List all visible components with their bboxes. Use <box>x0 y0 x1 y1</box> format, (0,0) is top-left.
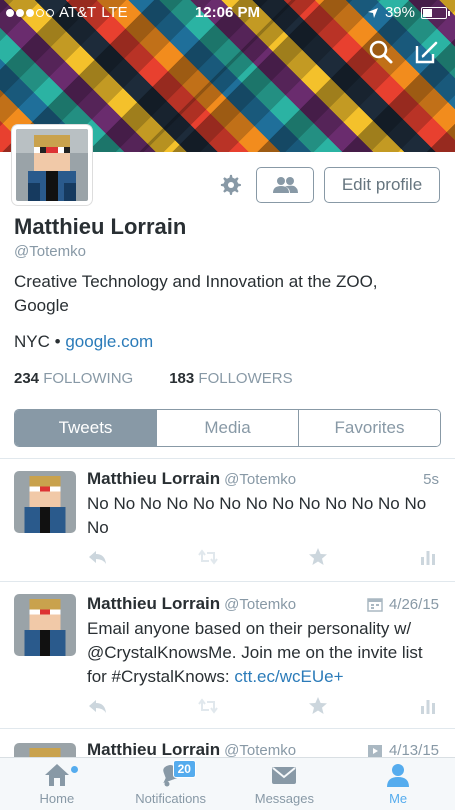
avatar-image <box>16 129 88 201</box>
tweet-time: 4/26/15 <box>367 596 439 613</box>
stats-button[interactable] <box>417 547 439 567</box>
tab-tweets[interactable]: Tweets <box>15 410 156 446</box>
search-icon <box>369 40 393 64</box>
retweet-button[interactable] <box>197 547 219 567</box>
lists-button[interactable] <box>256 167 314 203</box>
edit-profile-button[interactable]: Edit profile <box>324 167 440 203</box>
bottom-tab-bar: Home 20 Notifications Messages Me <box>0 757 455 810</box>
following-number: 234 <box>14 370 40 387</box>
tweet-time: 5s <box>423 471 439 488</box>
avatar-image <box>14 594 76 656</box>
tab-me[interactable]: Me <box>341 758 455 810</box>
tweet-header: Matthieu Lorrain @Totemko <box>87 469 296 489</box>
battery-percent: 39% <box>384 4 415 21</box>
profile-name: Matthieu Lorrain <box>14 214 187 239</box>
tweet-timestamp: 4/26/15 <box>388 596 439 613</box>
status-bar: AT&T LTE 12:06 PM 39% <box>0 0 455 26</box>
tab-messages[interactable]: Messages <box>228 758 342 810</box>
profile-avatar[interactable] <box>12 125 92 205</box>
home-icon <box>44 764 69 786</box>
people-icon <box>273 177 298 193</box>
profile-screen: AT&T LTE 12:06 PM 39% Edit profile Matth… <box>0 0 455 810</box>
tab-notifications[interactable]: 20 Notifications <box>114 758 228 810</box>
star-icon <box>309 697 327 714</box>
bar-chart-icon <box>421 700 435 714</box>
profile-handle: @Totemko <box>14 243 86 260</box>
avatar-image <box>14 471 76 533</box>
tweet-author-handle: @Totemko <box>224 596 297 613</box>
reply-button[interactable] <box>87 547 109 567</box>
tweet-link[interactable]: ctt.ec/wcEUe+ <box>234 667 343 686</box>
new-content-dot <box>70 766 78 773</box>
retweet-icon <box>198 698 218 714</box>
profile-location-line: NYC • google.com <box>14 332 153 352</box>
tweet-text: Email anyone based on their personality … <box>87 617 439 689</box>
tweet-actions <box>87 547 439 567</box>
reply-icon <box>89 700 106 713</box>
tweet-timestamp: 5s <box>423 471 439 488</box>
tab-media[interactable]: Media <box>156 410 298 446</box>
tweet-author-name[interactable]: Matthieu Lorrain <box>87 594 220 613</box>
profile-location: NYC <box>14 332 50 351</box>
header-actions <box>367 38 441 66</box>
calendar-icon <box>367 597 383 612</box>
compose-icon <box>415 41 438 64</box>
battery-info: 39% <box>367 4 450 21</box>
tab-label: Notifications <box>135 791 207 806</box>
tab-home[interactable]: Home <box>0 758 114 810</box>
tweet-item[interactable]: Matthieu Lorrain @Totemko 4/26/15 Email a… <box>0 582 455 728</box>
followers-number: 183 <box>169 370 195 387</box>
star-icon <box>309 548 327 565</box>
tab-label: Messages <box>254 791 314 806</box>
person-icon <box>387 764 410 787</box>
retweet-icon <box>198 549 218 565</box>
envelope-icon <box>272 767 297 784</box>
gear-icon <box>220 174 241 195</box>
tab-favorites[interactable]: Favorites <box>298 410 440 446</box>
settings-button[interactable] <box>216 167 246 203</box>
profile-website-link[interactable]: google.com <box>65 332 153 351</box>
tab-label: Me <box>389 791 408 806</box>
tweet-author-name[interactable]: Matthieu Lorrain <box>87 469 220 488</box>
tab-label: Home <box>39 791 75 806</box>
tweet-item[interactable]: Matthieu Lorrain @Totemko 5s No No No No … <box>0 459 455 581</box>
notification-badge: 20 <box>172 760 196 778</box>
tweet-avatar[interactable] <box>14 594 76 656</box>
follow-counts: 234 FOLLOWING 183 FOLLOWERS <box>14 370 293 387</box>
stats-button[interactable] <box>417 696 439 716</box>
reply-button[interactable] <box>87 696 109 716</box>
profile-actions: Edit profile <box>216 167 440 203</box>
bar-chart-icon <box>421 551 435 565</box>
tweet-actions <box>87 696 439 716</box>
favorite-button[interactable] <box>307 547 329 567</box>
search-button[interactable] <box>367 38 395 66</box>
tweet-avatar[interactable] <box>14 471 76 533</box>
tweet-author-handle: @Totemko <box>224 471 297 488</box>
separator-dot: • <box>54 332 61 351</box>
followers-count[interactable]: 183 FOLLOWERS <box>169 370 292 387</box>
tweet-text: No No No No No No No No No No No No No N… <box>87 494 427 537</box>
video-icon <box>367 744 382 757</box>
favorite-button[interactable] <box>307 696 329 716</box>
tweet-header: Matthieu Lorrain @Totemko <box>87 594 296 614</box>
compose-button[interactable] <box>413 38 441 66</box>
battery-icon <box>421 6 450 19</box>
profile-bio: Creative Technology and Innovation at th… <box>14 272 378 315</box>
retweet-button[interactable] <box>197 696 219 716</box>
following-count[interactable]: 234 FOLLOWING <box>14 370 133 387</box>
followers-label: FOLLOWERS <box>198 370 293 387</box>
following-label: FOLLOWING <box>43 370 134 387</box>
reply-icon <box>89 551 106 564</box>
location-arrow-icon <box>367 7 378 18</box>
profile-tabs: Tweets Media Favorites <box>14 409 441 447</box>
